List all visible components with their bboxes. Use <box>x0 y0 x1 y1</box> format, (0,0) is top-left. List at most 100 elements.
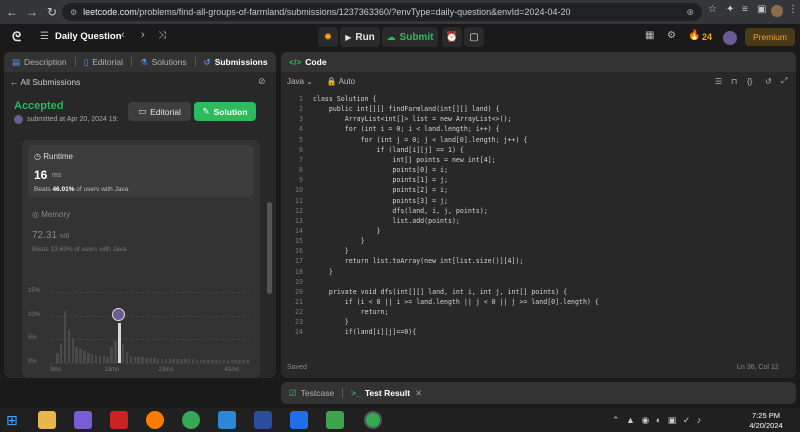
distribution-bar[interactable] <box>102 356 106 363</box>
terminal-app-icon[interactable] <box>290 411 308 429</box>
distribution-bar[interactable] <box>168 359 172 363</box>
runtime-distribution-chart[interactable]: 15% 10% 5% 0% 3ms 13ms 23ms 41ms <box>22 260 260 378</box>
prev-problem-icon[interactable]: ‹ <box>121 29 125 41</box>
format-icon[interactable]: ☰ <box>715 77 722 86</box>
tab-testcase[interactable]: ☑ Testcase <box>281 383 342 403</box>
distribution-bar[interactable] <box>67 329 71 363</box>
distribution-bar[interactable] <box>172 359 175 363</box>
layout-grid-icon[interactable]: ▦ <box>645 30 654 41</box>
recorder-app-icon[interactable] <box>110 411 128 429</box>
editorial-button[interactable]: ▭ Editorial <box>128 102 191 121</box>
distribution-bar[interactable] <box>222 359 226 363</box>
tab-test-result[interactable]: >_ Test Result ✕ <box>343 383 430 403</box>
distribution-bar[interactable] <box>137 357 140 363</box>
distribution-bar[interactable] <box>207 359 210 363</box>
streak-count[interactable]: 24 <box>702 32 712 42</box>
problem-list-icon[interactable]: ☰ <box>40 31 49 42</box>
autocomplete-toggle[interactable]: 🔒 Auto <box>327 77 355 86</box>
distribution-bar[interactable] <box>203 359 206 363</box>
all-submissions-link[interactable]: ← All Submissions <box>10 77 80 87</box>
paint-app-icon[interactable] <box>218 411 236 429</box>
notes-button[interactable]: ▢ <box>464 27 484 47</box>
streak-fire-icon[interactable]: 🔥 <box>688 30 700 41</box>
distribution-bar[interactable] <box>94 355 98 363</box>
distribution-bar[interactable] <box>59 343 63 363</box>
user-avatar[interactable] <box>723 31 737 45</box>
code-area[interactable]: 1 class Solution {2 public int[][] findFa… <box>281 95 796 353</box>
distribution-bar[interactable] <box>199 359 203 363</box>
firefox-icon[interactable] <box>146 411 164 429</box>
timer-button[interactable]: ⏰ <box>442 27 462 47</box>
distribution-bar[interactable] <box>195 359 199 363</box>
distribution-bar[interactable] <box>118 323 121 363</box>
premium-button[interactable]: Premium <box>745 28 795 46</box>
distribution-bar[interactable] <box>230 360 234 363</box>
distribution-bar[interactable] <box>145 357 148 363</box>
extensions-icon[interactable]: ✦ <box>726 4 734 20</box>
distribution-bar[interactable] <box>63 310 67 363</box>
distribution-bar[interactable] <box>211 359 214 363</box>
distribution-bar[interactable] <box>141 357 144 363</box>
distribution-bar[interactable] <box>110 346 113 363</box>
distribution-bar[interactable] <box>164 358 168 363</box>
windows-start-icon[interactable]: ⊞ <box>6 411 24 429</box>
bookmark-star-icon[interactable]: ☆ <box>708 4 717 20</box>
settings-gear-icon[interactable]: ⚙ <box>667 30 676 41</box>
distribution-bar[interactable] <box>133 356 137 363</box>
distribution-bar[interactable] <box>125 352 129 363</box>
zoom-icon[interactable]: ⊕ <box>686 7 694 18</box>
tab-submissions[interactable]: ↺ Submissions <box>196 52 276 72</box>
distribution-bar[interactable] <box>121 344 125 363</box>
clock-date[interactable]: 4/20/2024 <box>742 421 790 430</box>
distribution-bar[interactable] <box>218 359 222 363</box>
chrome-icon[interactable] <box>182 411 200 429</box>
distribution-bar[interactable] <box>234 360 237 363</box>
language-select[interactable]: Java ⌄ <box>287 77 313 86</box>
distribution-bar[interactable] <box>187 359 191 363</box>
feather-app-icon[interactable] <box>74 411 92 429</box>
distribution-bar[interactable] <box>242 360 245 363</box>
distribution-bar[interactable] <box>191 359 195 363</box>
panel-scrollbar[interactable] <box>267 202 272 294</box>
close-icon[interactable]: ✕ <box>415 388 422 399</box>
memory-label[interactable]: ◎ Memory <box>32 210 70 219</box>
distribution-bar[interactable] <box>184 359 187 363</box>
distribution-bar[interactable] <box>56 352 59 363</box>
bookmark-icon[interactable]: ⊓ <box>731 77 737 86</box>
reload-icon[interactable]: ↻ <box>44 4 60 20</box>
distribution-bar[interactable] <box>176 359 179 363</box>
media-icon[interactable]: ≡ <box>742 4 748 20</box>
distribution-bar[interactable] <box>106 357 109 363</box>
site-info-icon[interactable]: ⚙ <box>70 8 77 17</box>
fullscreen-icon[interactable]: ⤢ <box>781 76 787 86</box>
distribution-bar[interactable] <box>156 358 160 363</box>
distribution-bar[interactable] <box>215 359 218 363</box>
distribution-bar[interactable] <box>149 357 152 363</box>
spring-app-icon[interactable] <box>326 411 344 429</box>
distribution-bar[interactable] <box>87 352 90 363</box>
forward-arrow-icon[interactable]: → <box>24 4 40 20</box>
vscode-like-icon[interactable] <box>254 411 272 429</box>
menu-dots-icon[interactable]: ⋮ <box>788 4 798 20</box>
distribution-bar[interactable] <box>79 348 82 363</box>
system-tray-icons[interactable]: ⌃ ▲ ◉ ◐ ▣ ✓ ♪ <box>612 415 703 426</box>
share-link-icon[interactable]: ⊘ <box>258 76 266 87</box>
distribution-bar[interactable] <box>90 354 94 363</box>
reset-icon[interactable]: ↺ <box>765 77 772 86</box>
distribution-bar[interactable] <box>75 346 78 363</box>
profile-avatar[interactable] <box>771 5 783 17</box>
distribution-bar[interactable] <box>226 360 230 363</box>
distribution-bar[interactable] <box>246 360 249 363</box>
tab-description[interactable]: ▤ Description <box>4 52 75 72</box>
submitter-avatar[interactable] <box>14 115 23 124</box>
braces-icon[interactable]: {} <box>747 77 752 86</box>
submit-button[interactable]: ☁ Submit <box>382 27 438 47</box>
distribution-bar[interactable] <box>160 358 164 363</box>
debug-button[interactable]: ✹ <box>318 27 338 47</box>
side-panel-icon[interactable]: ▣ <box>757 4 766 20</box>
address-bar[interactable]: ⚙ leetcode.com/problems/find-all-groups-… <box>62 3 702 21</box>
shuffle-icon[interactable]: ⤨ <box>158 30 166 41</box>
file-explorer-icon[interactable] <box>38 411 56 429</box>
distribution-bar[interactable] <box>129 355 133 363</box>
distribution-bar[interactable] <box>71 338 75 363</box>
